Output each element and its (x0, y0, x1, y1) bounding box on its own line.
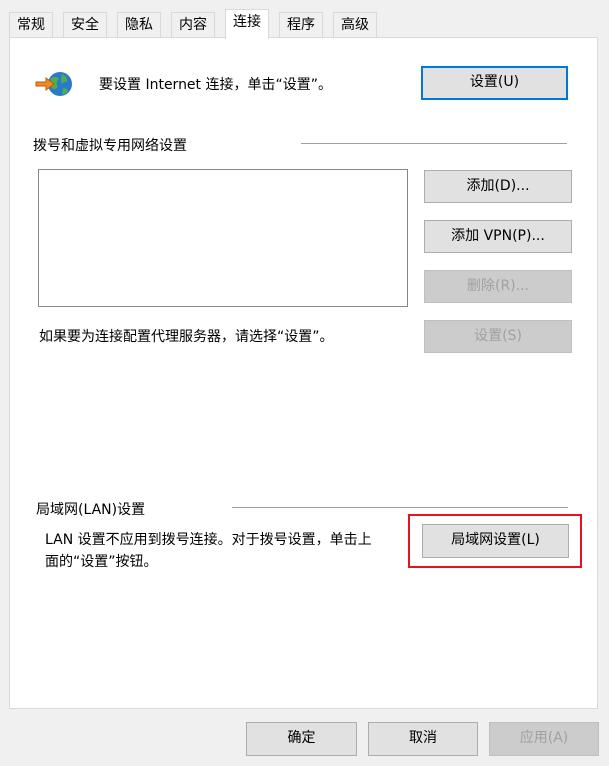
internet-options-dialog: 常规 安全 隐私 内容 连接 程序 高级 要设置 Internet 连接，单击“… (0, 0, 609, 766)
tab-advanced[interactable]: 高级 (333, 12, 377, 37)
lan-description: LAN 设置不应用到拨号连接。对于拨号设置，单击上 面的“设置”按钮。 (45, 529, 405, 573)
tab-security[interactable]: 安全 (63, 12, 107, 37)
add-button[interactable]: 添加(D)... (424, 170, 572, 203)
connections-listbox[interactable] (38, 169, 408, 307)
remove-button[interactable]: 删除(R)... (424, 270, 572, 303)
lan-settings-button[interactable]: 局域网设置(L) (422, 524, 569, 558)
lan-description-line2: 面的“设置”按钮。 (45, 554, 158, 570)
section-divider (232, 507, 568, 508)
connections-panel: 要设置 Internet 连接，单击“设置”。 设置(U) 拨号和虚拟专用网络设… (9, 37, 598, 709)
dialup-section-heading: 拨号和虚拟专用网络设置 (33, 138, 187, 154)
apply-button[interactable]: 应用(A) (489, 722, 599, 756)
internet-setup-text: 要设置 Internet 连接，单击“设置”。 (99, 77, 332, 93)
lan-description-line1: LAN 设置不应用到拨号连接。对于拨号设置，单击上 (45, 532, 372, 548)
section-divider (301, 143, 567, 144)
internet-connection-icon (35, 72, 72, 96)
dialup-settings-button[interactable]: 设置(S) (424, 320, 572, 353)
tab-programs[interactable]: 程序 (279, 12, 323, 37)
tab-content[interactable]: 内容 (171, 12, 215, 37)
tab-general[interactable]: 常规 (9, 12, 53, 37)
proxy-hint-text: 如果要为连接配置代理服务器，请选择“设置”。 (39, 329, 334, 345)
add-vpn-button[interactable]: 添加 VPN(P)... (424, 220, 572, 253)
lan-section-heading: 局域网(LAN)设置 (36, 502, 146, 518)
tab-privacy[interactable]: 隐私 (117, 12, 161, 37)
ok-button[interactable]: 确定 (246, 722, 357, 756)
setup-button[interactable]: 设置(U) (421, 66, 568, 100)
cancel-button[interactable]: 取消 (368, 722, 478, 756)
tab-connections[interactable]: 连接 (225, 9, 269, 39)
